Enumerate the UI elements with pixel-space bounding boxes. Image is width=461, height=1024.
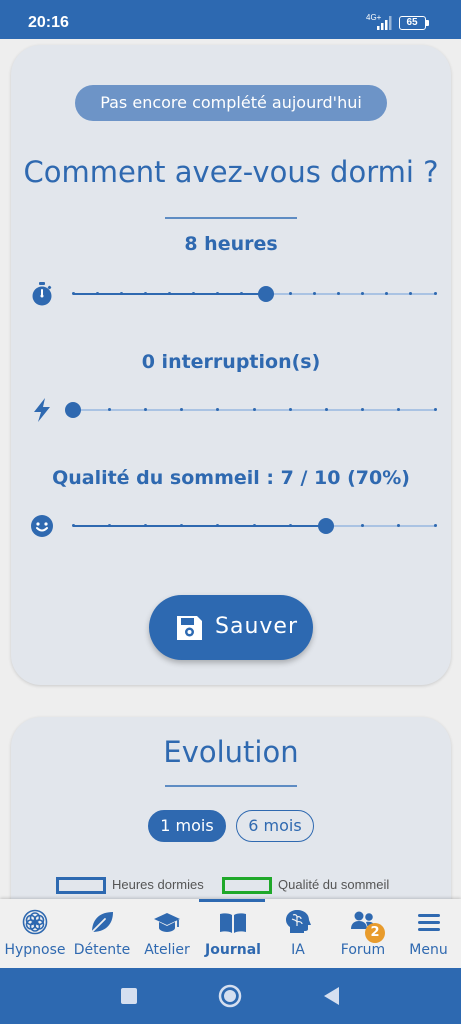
interruptions-slider-tick <box>216 408 220 411</box>
hours-slider-tick <box>312 292 316 295</box>
hours-slider[interactable] <box>71 286 437 302</box>
interruptions-slider-tick <box>252 408 256 411</box>
forum-notification-badge: 2 <box>365 923 385 943</box>
legend-hours-swatch <box>56 877 106 894</box>
hours-slider-tick <box>95 292 99 295</box>
battery-level: 65 <box>406 17 418 28</box>
bottom-tab-bar: Hypnose Détente Atelier Journal IA 2 For… <box>0 899 461 968</box>
status-bar: 20:16 4G+ 65 <box>0 0 461 39</box>
quality-slider-thumb[interactable] <box>318 518 335 534</box>
interruptions-slider-thumb[interactable] <box>65 402 81 418</box>
hours-slider-tick <box>143 292 147 295</box>
tab-forum[interactable]: 2 Forum <box>330 899 396 968</box>
quality-slider-tick <box>288 524 292 527</box>
tab-journal[interactable]: Journal <box>200 899 266 968</box>
quality-value-label: Qualité du sommeil : 7 / 10 (70%) <box>52 467 410 489</box>
tab-menu-label: Menu <box>409 942 448 958</box>
quality-slider-tick <box>252 524 256 527</box>
hours-slider-thumb[interactable] <box>258 286 275 302</box>
hours-slider-tick <box>71 292 75 295</box>
graduation-cap-icon <box>154 913 180 932</box>
open-book-icon <box>220 913 246 933</box>
quality-slider-tick <box>143 524 147 527</box>
sleep-question-title: Comment avez-vous dormi ? <box>23 155 439 189</box>
quality-slider[interactable] <box>71 518 437 534</box>
hours-slider-tick <box>385 292 389 295</box>
tab-ia-label: IA <box>291 942 305 958</box>
evolution-title: Evolution <box>163 735 299 769</box>
save-button[interactable]: Sauver <box>149 595 313 660</box>
back-icon[interactable] <box>318 982 346 1010</box>
timer-icon <box>32 282 52 306</box>
leaf-icon <box>91 912 113 933</box>
interruptions-slider-tick <box>433 408 437 411</box>
lightning-icon <box>34 398 50 422</box>
tab-hypnose[interactable]: Hypnose <box>0 899 70 968</box>
interruptions-slider-tick <box>361 408 365 411</box>
range-6-months-button[interactable]: 6 mois <box>236 810 314 842</box>
hours-slider-tick <box>361 292 365 295</box>
smile-icon <box>31 515 53 537</box>
hours-slider-tick <box>288 292 292 295</box>
recent-apps-icon[interactable] <box>115 982 143 1010</box>
status-time: 20:16 <box>28 14 69 31</box>
tab-atelier[interactable]: Atelier <box>134 899 200 968</box>
sleep-entry-card: Pas encore complété aujourd'hui Comment … <box>11 45 451 685</box>
completion-status-badge: Pas encore complété aujourd'hui <box>75 85 387 121</box>
range-1-month-button[interactable]: 1 mois <box>148 810 226 842</box>
interruptions-slider-tick <box>107 408 111 411</box>
hamburger-menu-icon <box>417 914 440 931</box>
hours-slider-tick <box>119 292 123 295</box>
tab-journal-label: Journal <box>205 942 261 958</box>
tab-menu[interactable]: Menu <box>396 899 461 968</box>
tab-detente-label: Détente <box>73 942 131 958</box>
interruptions-slider[interactable] <box>65 402 437 418</box>
signal-icon <box>377 16 392 30</box>
save-button-label: Sauver <box>215 614 298 639</box>
quality-slider-tick <box>107 524 111 527</box>
quality-slider-tick <box>71 524 75 527</box>
quality-slider-tick <box>433 524 437 527</box>
battery-icon: 65 <box>399 16 429 30</box>
hours-value-label: 8 heures <box>184 233 278 255</box>
tab-detente[interactable]: Détente <box>70 899 134 968</box>
title-divider <box>165 217 297 219</box>
hours-slider-tick <box>433 292 437 295</box>
quality-slider-tick <box>361 524 365 527</box>
floppy-disk-icon <box>177 616 202 640</box>
hours-slider-tick <box>336 292 340 295</box>
tab-atelier-label: Atelier <box>144 942 190 958</box>
legend-hours-label: Heures dormies <box>112 877 204 892</box>
system-navigation-bar <box>0 968 461 1024</box>
flower-of-life-icon <box>22 909 48 935</box>
legend-quality-label: Qualité du sommeil <box>278 877 390 892</box>
home-icon[interactable] <box>216 982 244 1010</box>
interruptions-slider-tick <box>288 408 292 411</box>
quality-slider-tick <box>397 524 401 527</box>
legend-quality-swatch <box>222 877 272 894</box>
interruptions-value-label: 0 interruption(s) <box>141 351 321 373</box>
tab-forum-label: Forum <box>340 942 386 958</box>
brain-head-icon <box>286 910 311 933</box>
evolution-divider <box>165 785 297 787</box>
interruptions-slider-tick <box>324 408 328 411</box>
interruptions-slider-tick <box>397 408 401 411</box>
interruptions-slider-tick <box>143 408 147 411</box>
tab-ia[interactable]: IA <box>266 899 330 968</box>
interruptions-slider-tick <box>180 408 184 411</box>
tab-hypnose-label: Hypnose <box>4 942 66 958</box>
hours-slider-tick <box>409 292 413 295</box>
